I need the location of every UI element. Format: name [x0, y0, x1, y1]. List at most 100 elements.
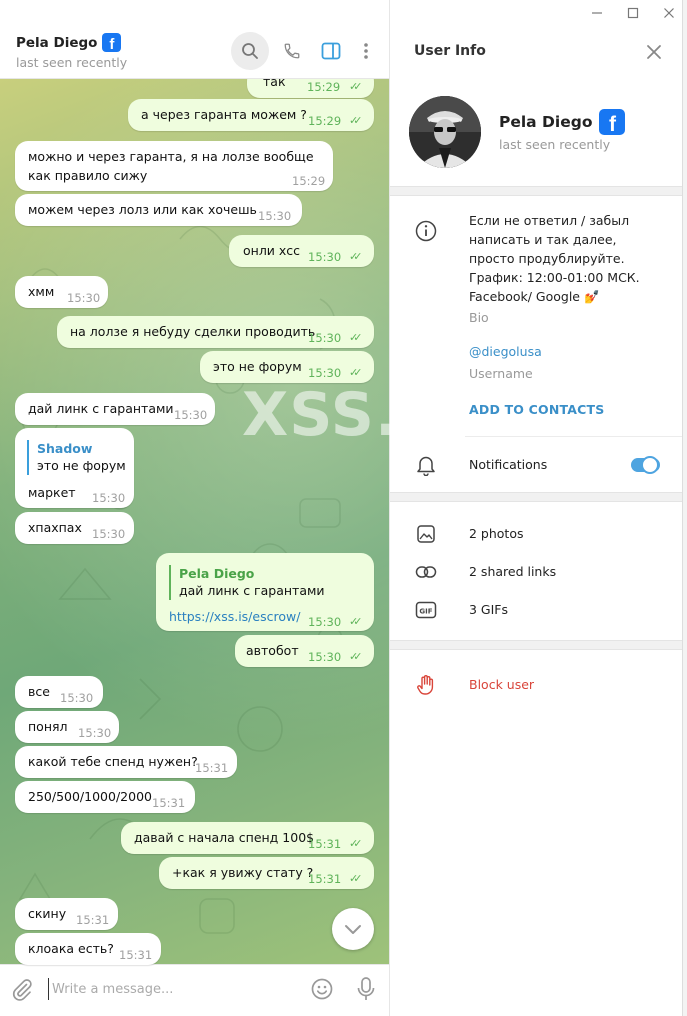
username-label: Username: [469, 366, 533, 381]
message-in[interactable]: понял 15:30: [15, 711, 119, 743]
message-out[interactable]: онли хсс 15:30 ✓✓: [229, 235, 374, 267]
avatar[interactable]: [409, 96, 481, 168]
reply-text: это не форум: [37, 458, 126, 473]
message-in[interactable]: можем через лолз или как хочешь 15:30: [15, 194, 302, 226]
message-in[interactable]: хмм 15:30: [15, 276, 108, 308]
message-time: 15:31: [76, 913, 110, 927]
message-composer: [0, 964, 389, 1016]
message-out-reply[interactable]: Pela Diego дай линк с гарантами https://…: [156, 553, 374, 631]
message-text: хмм: [28, 284, 55, 299]
watermark: XSS.is: [242, 380, 458, 450]
message-text: дай линк с гарантами: [28, 401, 174, 416]
photo-icon: [414, 522, 438, 546]
message-time: 15:30: [92, 491, 126, 505]
message-out[interactable]: +как я увижу стату ? 15:31 ✓✓: [159, 857, 374, 889]
search-icon[interactable]: [231, 32, 269, 70]
facebook-icon: f: [599, 109, 626, 135]
chat-title-text[interactable]: Pela Diego: [16, 35, 97, 51]
bell-icon: [414, 453, 438, 477]
message-time: 15:30: [92, 527, 126, 541]
add-to-contacts-button[interactable]: ADD TO CONTACTS: [469, 402, 604, 417]
facebook-icon: f: [102, 33, 122, 52]
message-link[interactable]: https://xss.is/escrow/: [169, 607, 300, 626]
section-divider: [390, 640, 682, 650]
close-icon[interactable]: [651, 0, 687, 26]
read-check-icon: ✓✓: [349, 837, 363, 850]
message-in[interactable]: какой тебе спенд нужен? 15:31: [15, 746, 237, 778]
phone-icon[interactable]: [273, 32, 311, 70]
chat-status: last seen recently: [16, 55, 128, 70]
chat-pane: Pela Diego f last seen recently XSS.is т…: [0, 0, 456, 1016]
message-text: скину: [28, 906, 67, 921]
divider: [465, 436, 682, 437]
message-out[interactable]: на лолзе я небуду сделки проводить 15:30…: [57, 316, 374, 348]
attach-icon[interactable]: [10, 977, 34, 1007]
message-time: 15:31: [152, 796, 186, 810]
message-out[interactable]: автобот 15:30 ✓✓: [235, 635, 374, 667]
read-check-icon: ✓✓: [349, 114, 363, 127]
read-check-icon: ✓✓: [349, 650, 363, 663]
message-out[interactable]: а через гаранта можем ? 15:29 ✓✓: [128, 99, 374, 131]
notifications-toggle[interactable]: [631, 456, 660, 474]
block-user-button[interactable]: Block user: [469, 677, 534, 692]
message-time: 15:30: [174, 408, 208, 422]
message-time: 15:30: [78, 726, 112, 740]
username-link[interactable]: @diegolusa: [469, 344, 542, 359]
message-text: клоака есть?: [28, 941, 114, 956]
maximize-icon[interactable]: [615, 0, 651, 26]
message-text: онли хсс: [243, 243, 301, 258]
chat-title[interactable]: Pela Diego f: [16, 33, 122, 52]
gif-icon: GIF: [414, 598, 438, 622]
bio-label: Bio: [469, 310, 489, 325]
profile-status: last seen recently: [499, 137, 611, 152]
message-in[interactable]: можно и через гаранта, я на лолзе вообще…: [15, 141, 333, 191]
section-divider: [390, 492, 682, 502]
reply-text: дай линк с гарантами: [179, 583, 325, 598]
reply-author: Shadow: [37, 441, 93, 456]
chat-header: Pela Diego f last seen recently: [0, 0, 389, 79]
window-controls: [579, 0, 687, 26]
section-divider: [390, 186, 682, 196]
message-time: 15:30: [308, 250, 342, 264]
read-check-icon: ✓✓: [349, 872, 363, 885]
message-in[interactable]: 250/500/1000/2000 15:31: [15, 781, 195, 813]
shared-gifs-link[interactable]: 3 GIFs: [469, 602, 508, 617]
emoji-icon[interactable]: [310, 977, 334, 1005]
message-time: 15:30: [308, 331, 342, 345]
scroll-down-button[interactable]: [332, 908, 374, 950]
message-time: 15:30: [60, 691, 94, 705]
message-text: +как я увижу стату ?: [172, 865, 314, 880]
message-in[interactable]: клоака есть? 15:31: [15, 933, 161, 965]
message-text: понял: [28, 719, 68, 734]
message-input[interactable]: [48, 978, 288, 1000]
sidebar-toggle-icon[interactable]: [312, 32, 350, 70]
chevron-down-icon: [345, 925, 361, 934]
message-text: какой тебе спенд нужен?: [28, 754, 198, 769]
read-check-icon: ✓✓: [349, 331, 363, 344]
message-in[interactable]: дай линк с гарантами 15:30: [15, 393, 215, 425]
message-in[interactable]: скину 15:31: [15, 898, 118, 930]
message-out[interactable]: давай с начала спенд 100$ 15:31 ✓✓: [121, 822, 374, 854]
message-in[interactable]: хпахпах 15:30: [15, 512, 134, 544]
profile-name: Pela Diego f: [499, 109, 626, 135]
link-icon: [414, 560, 438, 584]
panel-title: User Info: [414, 43, 486, 59]
message-out[interactable]: это не форум 15:30 ✓✓: [200, 351, 374, 383]
shared-links-link[interactable]: 2 shared links: [469, 564, 556, 579]
shared-photos-link[interactable]: 2 photos: [469, 526, 524, 541]
reply-quote[interactable]: Pela Diego дай линк с гарантами: [169, 565, 359, 600]
more-options-icon[interactable]: [347, 32, 385, 70]
reply-quote[interactable]: Shadow это не форум: [27, 440, 127, 475]
message-time: 15:29: [308, 114, 342, 128]
message-text: можно и через гаранта, я на лолзе вообще…: [28, 149, 314, 183]
reply-author: Pela Diego: [179, 566, 255, 581]
minimize-icon[interactable]: [579, 0, 615, 26]
microphone-icon[interactable]: [355, 976, 377, 1006]
message-in-reply[interactable]: Shadow это не форум маркет 15:30: [15, 428, 134, 508]
window-edge: [682, 0, 687, 1016]
message-text: а через гаранта можем ?: [141, 107, 307, 122]
close-panel-icon[interactable]: [644, 42, 664, 66]
message-time: 15:30: [67, 291, 101, 305]
message-in[interactable]: все 15:30: [15, 676, 103, 708]
bio-text: Если не ответил / забыл написать и так д…: [469, 213, 640, 304]
